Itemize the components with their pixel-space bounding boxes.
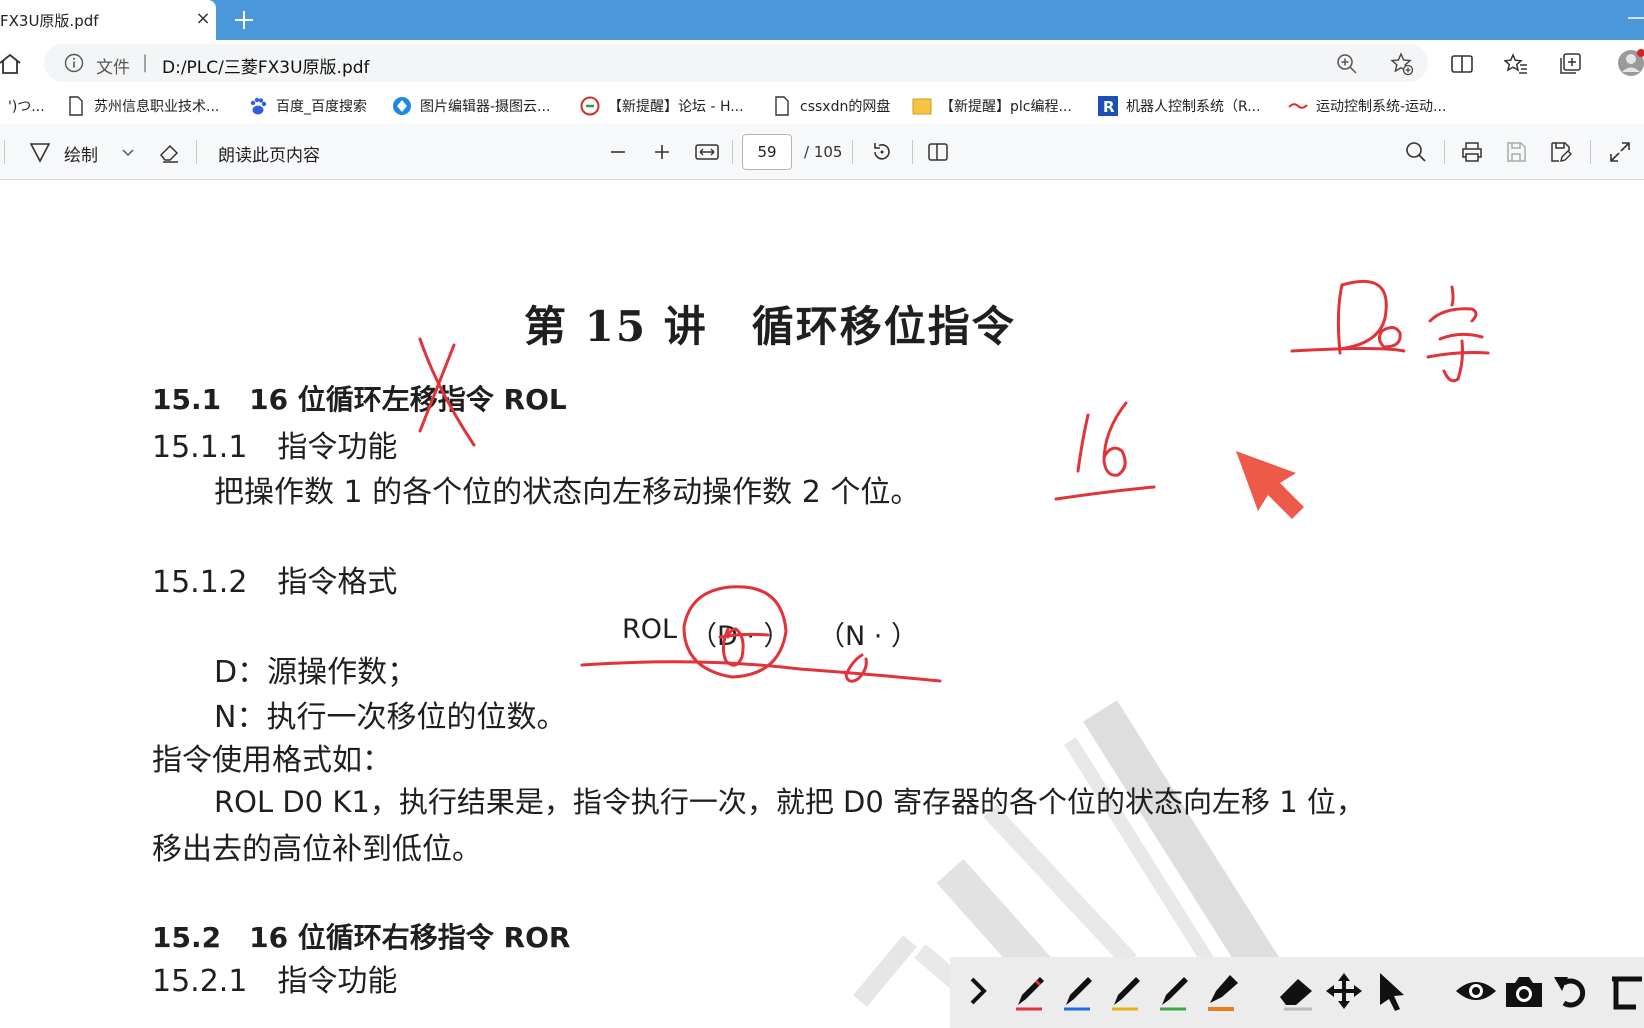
page-number-input[interactable] [742, 134, 792, 170]
bookmark-label: 运动控制系统-运动... [1316, 99, 1447, 115]
bookmark-item[interactable]: R 机器人控制系统（R... [1098, 94, 1261, 118]
save-as-icon[interactable] [1548, 140, 1572, 164]
undo-icon[interactable] [1550, 969, 1594, 1013]
svg-text:R: R [1103, 98, 1115, 116]
toolbar-divider [196, 140, 197, 164]
address-separator: | [142, 52, 149, 73]
new-tab-icon[interactable] [230, 6, 258, 34]
move-icon[interactable] [1322, 969, 1366, 1013]
orange-marker-icon[interactable] [1200, 969, 1244, 1013]
pdf-toolbar: 绘制 朗读此页内容 / 105 [0, 124, 1644, 180]
expand-icon[interactable] [1608, 140, 1632, 164]
eraser-icon[interactable] [158, 140, 182, 164]
bookmarks-bar: ')つ... 苏州信息职业技术... 百度_百度搜索 图片编辑器-摄图云... … [0, 86, 1644, 124]
bookmark-item[interactable]: 图片编辑器-摄图云... [392, 94, 550, 118]
forum-icon [580, 96, 600, 116]
zoom-in-icon[interactable] [650, 140, 674, 164]
bookmark-label: 【新提醒】plc编程... [940, 99, 1072, 115]
toolbar-divider [1590, 140, 1591, 164]
eraser-icon[interactable] [1274, 969, 1318, 1013]
page-icon [69, 96, 83, 116]
motion-control-icon [1288, 103, 1308, 109]
bookmark-label: 百度_百度搜索 [276, 99, 367, 115]
trash-icon[interactable] [1602, 969, 1644, 1013]
eye-icon[interactable] [1454, 969, 1498, 1013]
fit-width-icon[interactable] [694, 140, 720, 164]
bookmark-item[interactable]: 百度_百度搜索 [248, 94, 367, 118]
yellow-pen-icon[interactable] [1104, 969, 1148, 1013]
home-icon[interactable] [0, 52, 24, 76]
toolbar-divider [4, 140, 5, 164]
collections-icon[interactable] [1558, 52, 1582, 76]
bookmark-item[interactable]: 【新提醒】论坛 - H... [580, 94, 744, 118]
robot-r-icon: R [1098, 96, 1118, 116]
annotation-toolbar [950, 957, 1644, 1028]
baidu-icon [250, 97, 267, 115]
ink-annotations [418, 279, 1490, 683]
bookmark-item[interactable]: 苏州信息职业技术... [66, 94, 219, 118]
profile-avatar[interactable] [1616, 48, 1644, 78]
tab-strip: FX3U原版.pdf × [0, 0, 1644, 40]
bookmark-label: 图片编辑器-摄图云... [420, 99, 551, 115]
rotate-icon[interactable] [870, 140, 894, 164]
toolbar-divider [852, 140, 853, 164]
toolbar-divider [732, 140, 733, 164]
page-view-icon[interactable] [926, 140, 950, 164]
minimize-icon[interactable] [1624, 8, 1644, 28]
chevron-down-icon[interactable] [120, 140, 136, 164]
image-editor-icon [393, 97, 411, 115]
chevron-right-icon[interactable] [956, 969, 1000, 1013]
bookmark-label: 【新提醒】论坛 - H... [608, 99, 744, 115]
page-icon [775, 96, 789, 116]
red-pen-icon[interactable] [1008, 969, 1052, 1013]
bookmark-label: 机器人控制系统（R... [1126, 99, 1261, 115]
favorites-icon[interactable] [1504, 52, 1528, 76]
address-bar: 文件 | D:/PLC/三菱FX3U原版.pdf [0, 40, 1644, 86]
tab-active[interactable]: FX3U原版.pdf × [0, 0, 216, 40]
search-icon[interactable] [1404, 140, 1428, 164]
toolbar-divider [912, 140, 913, 164]
cursor-icon[interactable] [1370, 969, 1414, 1013]
draw-button-label[interactable]: 绘制 [64, 141, 98, 166]
bookmark-item[interactable]: 【新提醒】plc编程... [912, 94, 1072, 118]
pdf-page: 第 15 讲 循环移位指令 15.1 16 位循环左移指令 ROL 15.1.1… [0, 181, 1644, 1028]
read-aloud-button[interactable]: 朗读此页内容 [218, 141, 320, 166]
camera-icon[interactable] [1502, 969, 1546, 1013]
info-icon[interactable] [64, 53, 84, 73]
blue-pen-icon[interactable] [1056, 969, 1100, 1013]
pointer-arrow-icon [1236, 451, 1304, 519]
tab-title: FX3U原版.pdf [0, 12, 99, 30]
bookmark-label: ')つ... [8, 99, 45, 115]
zoom-in-icon[interactable] [1336, 53, 1358, 75]
bookmark-label: cssxdn的网盘 [800, 99, 891, 115]
bookmark-label: 苏州信息职业技术... [94, 99, 220, 115]
green-pen-icon[interactable] [1152, 969, 1196, 1013]
bookmark-item[interactable]: cssxdn的网盘 [772, 94, 890, 118]
split-screen-icon[interactable] [1450, 52, 1474, 76]
folder-icon [912, 98, 932, 115]
zoom-out-icon[interactable] [606, 140, 630, 164]
bookmark-item[interactable]: 运动控制系统-运动... [1288, 94, 1446, 118]
save-icon [1507, 142, 1526, 162]
url-text[interactable]: D:/PLC/三菱FX3U原版.pdf [162, 53, 370, 78]
file-scheme-label: 文件 [96, 58, 130, 78]
toolbar-divider [1444, 140, 1445, 164]
omnibox[interactable]: 文件 | D:/PLC/三菱FX3U原版.pdf [44, 44, 1428, 82]
print-icon[interactable] [1460, 140, 1484, 164]
add-favorite-icon[interactable] [1390, 52, 1414, 76]
page-total: / 105 [804, 143, 843, 161]
draw-icon[interactable] [28, 140, 52, 164]
bookmark-item[interactable]: ')つ... [8, 94, 45, 118]
tab-close-icon[interactable]: × [192, 8, 214, 30]
